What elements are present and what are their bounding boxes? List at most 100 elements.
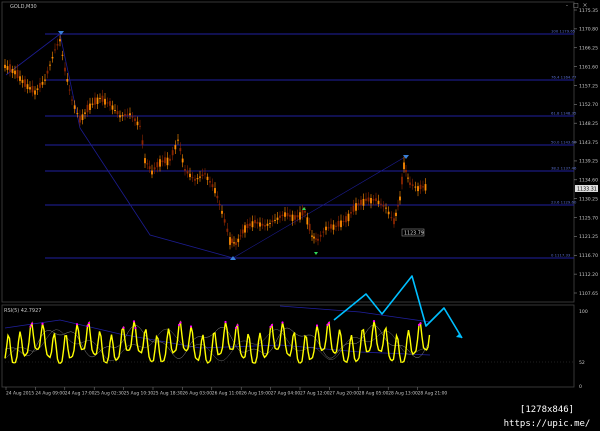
- rsi-overbought-dot: [315, 324, 319, 327]
- price-tick-label: 1134.60: [579, 178, 598, 184]
- candle-body: [254, 219, 256, 224]
- candle-body: [151, 170, 153, 175]
- time-tick-label: 25 Aug 10:30: [124, 391, 154, 397]
- candle-body: [166, 157, 169, 166]
- candle-body: [11, 68, 14, 74]
- rsi-level-label: 100: [579, 309, 588, 315]
- candle-body: [286, 212, 289, 217]
- candle-body: [221, 210, 223, 214]
- price-chart[interactable]: 100 1179.65 76.4 1164.77 61.8 1148.35 50.0 …: [0, 0, 600, 417]
- rsi-overbought-dot: [122, 326, 125, 329]
- candle-body: [229, 237, 231, 245]
- time-tick-label: 28 Aug 21:00: [418, 391, 448, 397]
- candle-body: [141, 140, 144, 145]
- rsi-overbought-dot: [86, 324, 89, 328]
- time-tick-label: 26 Aug 19:00: [241, 391, 271, 397]
- candle-body: [409, 182, 411, 185]
- candle-body: [266, 223, 269, 226]
- time-tick-label: 25 Aug 18:30: [153, 391, 183, 397]
- candle-body: [269, 222, 271, 224]
- rsi-overbought-dot: [234, 326, 238, 330]
- candle-body: [304, 210, 306, 213]
- candle-body: [106, 102, 109, 104]
- candle-body: [322, 231, 325, 233]
- candle-body: [317, 238, 319, 241]
- chart-symbol-title: GOLD,M30: [10, 4, 37, 10]
- candle-body: [169, 158, 171, 161]
- candle-body: [259, 222, 261, 227]
- candle-body: [14, 70, 16, 75]
- candle-body: [209, 181, 211, 183]
- candle-body: [109, 101, 111, 106]
- candle-body: [174, 145, 177, 150]
- candle-body: [94, 97, 96, 105]
- candle-body: [184, 169, 186, 171]
- candle-body: [16, 70, 19, 78]
- price-tick-label: 1170.80: [579, 27, 598, 33]
- watermark-text: [1278x846] https://upic.me/: [494, 403, 600, 429]
- fib-level-label: 23.6 1129.60: [551, 200, 577, 205]
- candle-body: [181, 158, 184, 163]
- candle-body: [357, 203, 360, 206]
- candle-body: [139, 125, 141, 127]
- current-price-label: 1133.31: [577, 187, 597, 193]
- price-tick-label: 1166.25: [579, 46, 598, 52]
- candle-body: [6, 66, 9, 70]
- candle-body: [26, 84, 29, 89]
- candle-body: [64, 67, 66, 72]
- main-chart-frame: [1, 1, 575, 303]
- minimize-button[interactable]: -: [564, 3, 570, 9]
- candle-body: [405, 170, 407, 173]
- candle-body: [99, 97, 101, 99]
- candle-body: [4, 64, 6, 68]
- candle-body: [91, 103, 94, 105]
- candle-body: [274, 219, 276, 221]
- candle-body: [284, 212, 286, 217]
- candle-body: [89, 103, 91, 110]
- candle-body: [134, 118, 136, 121]
- time-tick-label: 27 Aug 04:00: [271, 391, 301, 397]
- candle-body: [261, 223, 264, 226]
- rsi-overbought-dot: [327, 321, 331, 324]
- candle-body: [76, 113, 79, 115]
- rsi-overbought-dot: [236, 324, 239, 327]
- time-tick-label: 25 Aug 02:30: [94, 391, 124, 397]
- rsi-level-label: 52: [579, 360, 585, 366]
- fib-level-label: 50.0 1143.60: [551, 140, 577, 145]
- candle-body: [223, 219, 226, 223]
- candle-body: [116, 111, 119, 115]
- candle-body: [387, 211, 390, 215]
- rsi-overbought-dot: [419, 322, 422, 325]
- rsi-overbought-dot: [270, 323, 274, 327]
- candle-body: [239, 235, 242, 237]
- rsi-overbought-dot: [179, 321, 182, 324]
- candle-body: [281, 214, 284, 216]
- candle-body: [59, 39, 61, 42]
- rsi-overbought-dot: [87, 321, 91, 325]
- fib-level-label: 76.4 1164.77: [551, 75, 577, 80]
- time-tick-label: 27 Aug 12:00: [300, 391, 330, 397]
- rsi-overbought-dot: [224, 320, 227, 324]
- candle-body: [315, 238, 317, 240]
- candle-body: [144, 158, 146, 164]
- close-button[interactable]: ×: [582, 3, 588, 9]
- candle-body: [241, 229, 244, 234]
- candle-body: [119, 115, 121, 118]
- zigzag-trend-line: [5, 33, 234, 259]
- candle-body: [189, 173, 191, 178]
- candle-body: [131, 116, 134, 118]
- candle-body: [399, 196, 401, 201]
- candle-body: [86, 104, 89, 113]
- candle-body: [296, 215, 299, 218]
- candle-body: [264, 225, 266, 227]
- maximize-button[interactable]: □: [573, 3, 579, 9]
- candle-body: [56, 44, 59, 46]
- rsi-overbought-dot: [29, 325, 32, 328]
- candle-body: [19, 76, 21, 81]
- candle-body: [422, 186, 424, 188]
- candle-body: [96, 97, 99, 105]
- candle-body: [206, 176, 209, 180]
- fib-level-label: 38.2 1137.46: [551, 166, 577, 171]
- candle-body: [294, 215, 296, 220]
- candle-body: [39, 83, 41, 88]
